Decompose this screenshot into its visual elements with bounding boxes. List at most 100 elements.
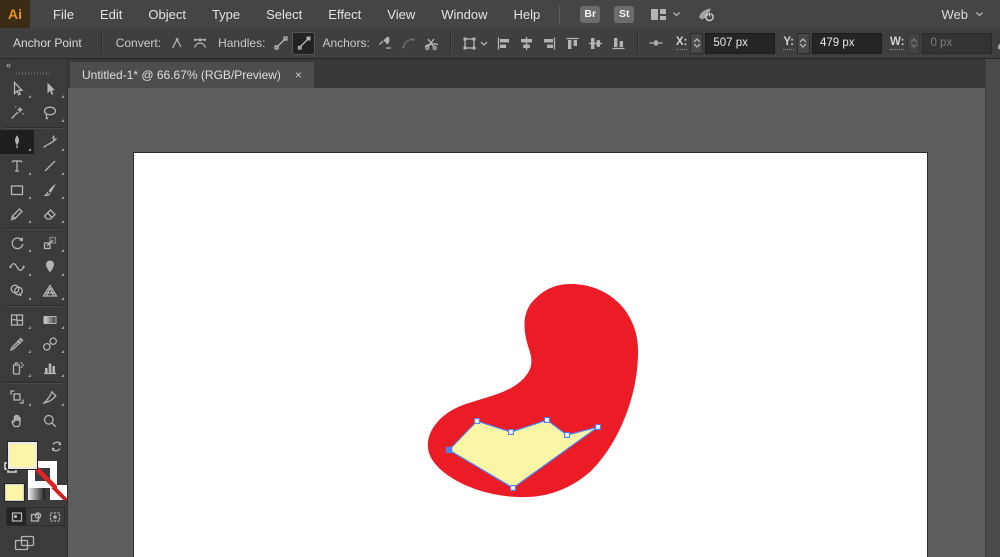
draw-normal-button[interactable]: [7, 508, 26, 525]
graphic-styles-panel-button[interactable]: St: [614, 6, 634, 23]
menu-item-object[interactable]: Object: [135, 0, 199, 28]
x-label[interactable]: X:: [676, 36, 688, 50]
tool-artboard[interactable]: [0, 385, 34, 409]
show-handles-button[interactable]: [269, 32, 292, 55]
tool-rectangle[interactable]: [0, 178, 34, 202]
tool-gradient[interactable]: [34, 308, 68, 332]
align-bottom-button[interactable]: [607, 32, 630, 55]
scale-icon: [42, 235, 58, 251]
swap-fill-stroke-icon[interactable]: [50, 440, 63, 458]
menu-item-type[interactable]: Type: [199, 0, 253, 28]
menu-item-file[interactable]: File: [40, 0, 87, 28]
gpu-performance-button[interactable]: [697, 6, 716, 23]
tool-pen[interactable]: [0, 130, 34, 154]
menu-item-window[interactable]: Window: [428, 0, 500, 28]
tool-column-graph[interactable]: [34, 356, 68, 380]
arrange-documents-button[interactable]: [650, 8, 681, 21]
close-icon[interactable]: ×: [295, 69, 302, 81]
menu-item-help[interactable]: Help: [500, 0, 553, 28]
column-graph-icon: [42, 360, 58, 376]
tool-perspective-grid[interactable]: [34, 279, 68, 303]
connect-path-button[interactable]: [397, 32, 420, 55]
convert-to-smooth-button[interactable]: [188, 32, 211, 55]
tool-eraser[interactable]: [34, 202, 68, 226]
workspace-switcher[interactable]: Web: [942, 7, 985, 22]
draw-inside-button[interactable]: [45, 508, 64, 525]
scissors-path-icon: [423, 35, 440, 51]
tool-mesh[interactable]: [0, 308, 34, 332]
anchors-label: Anchors:: [322, 36, 369, 50]
cut-path-button[interactable]: [420, 32, 443, 55]
anchor-point: [511, 486, 516, 491]
tool-selection[interactable]: [0, 77, 34, 101]
hide-handles-button[interactable]: [292, 32, 315, 55]
tools-panel-grip[interactable]: [0, 70, 67, 77]
collapse-panel-button[interactable]: «: [0, 59, 67, 70]
constrain-proportions-button[interactable]: [992, 32, 1000, 55]
tool-zoom[interactable]: [34, 409, 68, 433]
pen-minus-icon: [377, 35, 393, 51]
transform-options-button[interactable]: [458, 32, 492, 55]
paintbrush-icon: [42, 182, 58, 198]
artboard[interactable]: [133, 152, 928, 557]
color-button[interactable]: [6, 485, 23, 500]
distribute-button[interactable]: [645, 32, 668, 55]
tool-magic-wand[interactable]: [0, 101, 34, 125]
tool-pencil[interactable]: [0, 202, 34, 226]
tool-curvature[interactable]: [34, 130, 68, 154]
tool-eyedropper[interactable]: [0, 332, 34, 356]
remove-anchor-button[interactable]: [374, 32, 397, 55]
tool-direct-selection[interactable]: [34, 77, 68, 101]
w-label[interactable]: W:: [890, 36, 904, 50]
align-left-button[interactable]: [492, 32, 515, 55]
tool-width[interactable]: [0, 255, 34, 279]
tool-type[interactable]: [0, 154, 34, 178]
tool-scale[interactable]: [34, 231, 68, 255]
width-icon: [9, 259, 25, 275]
panel-dock-edge[interactable]: [985, 59, 1000, 557]
menu-item-view[interactable]: View: [374, 0, 428, 28]
tool-blend[interactable]: [34, 332, 68, 356]
tool-paintbrush[interactable]: [34, 178, 68, 202]
blend-icon: [42, 336, 58, 352]
illustrator-logo: Ai: [0, 0, 30, 28]
anchor-point-selected: [446, 447, 452, 453]
align-right-button[interactable]: [538, 32, 561, 55]
y-input[interactable]: 479 px: [812, 33, 882, 54]
tool-puppet-warp[interactable]: [34, 255, 68, 279]
tool-symbol-sprayer[interactable]: [0, 356, 34, 380]
align-middle-button[interactable]: [584, 32, 607, 55]
align-top-button[interactable]: [561, 32, 584, 55]
tool-lasso[interactable]: [34, 101, 68, 125]
draw-behind-button[interactable]: [26, 508, 45, 525]
arc-segment-icon: [400, 35, 416, 51]
document-tab-bar: Untitled-1* @ 66.67% (RGB/Preview) ×: [68, 59, 1000, 88]
convert-to-corner-button[interactable]: [165, 32, 188, 55]
screen-mode-icon: [14, 535, 36, 552]
document-tab-title: Untitled-1* @ 66.67% (RGB/Preview): [82, 68, 281, 82]
y-stepper[interactable]: [797, 33, 810, 54]
hand-icon: [9, 413, 25, 429]
menu-item-effect[interactable]: Effect: [315, 0, 374, 28]
tool-shape-builder[interactable]: [0, 279, 34, 303]
change-screen-mode-button[interactable]: [14, 535, 67, 557]
brushes-panel-button[interactable]: Br: [580, 6, 600, 23]
corner-point-icon: [169, 35, 185, 51]
tool-slice[interactable]: [34, 385, 68, 409]
drawing-modes: [6, 507, 65, 526]
tool-rotate[interactable]: [0, 231, 34, 255]
x-input[interactable]: 507 px: [705, 33, 775, 54]
canvas-pasteboard[interactable]: [68, 88, 1000, 557]
menu-item-edit[interactable]: Edit: [87, 0, 135, 28]
anchor-point: [475, 419, 480, 424]
fill-swatch[interactable]: [8, 442, 37, 469]
menu-item-select[interactable]: Select: [253, 0, 315, 28]
w-stepper: [907, 33, 920, 54]
tool-hand[interactable]: [0, 409, 34, 433]
align-center-button[interactable]: [515, 32, 538, 55]
document-tab[interactable]: Untitled-1* @ 66.67% (RGB/Preview) ×: [70, 62, 314, 88]
x-stepper[interactable]: [690, 33, 703, 54]
y-label[interactable]: Y:: [783, 36, 794, 50]
chevron-down-icon: [975, 11, 984, 17]
tool-line-segment[interactable]: [34, 154, 68, 178]
